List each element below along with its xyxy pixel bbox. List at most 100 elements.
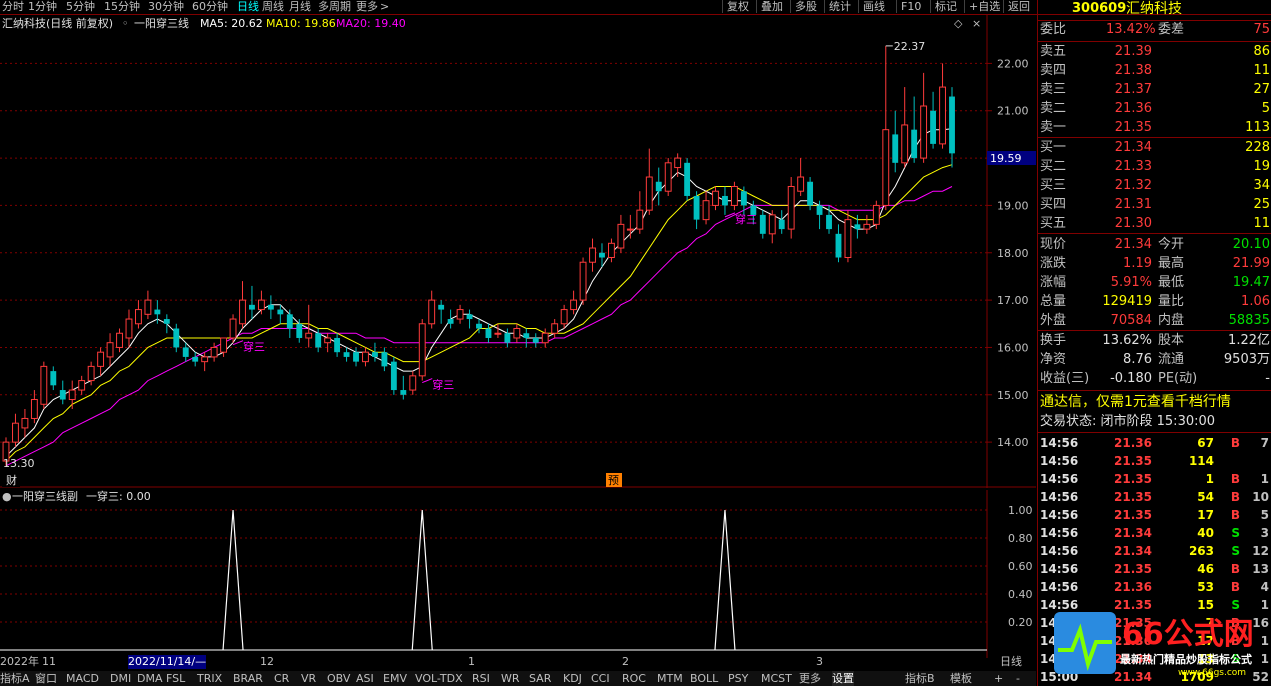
add-window-icon[interactable]: + [994,671,1003,686]
indicator-tab[interactable]: MCST [761,671,792,686]
indicator-tab[interactable]: MACD [66,671,99,686]
indicator-tab[interactable]: 更多 [799,671,821,686]
f10-button[interactable]: F10 [896,0,925,13]
candle-body [844,219,852,258]
candle-body [835,233,842,258]
promo-text[interactable]: 通达信，仅需1元查看千档行情 [1040,393,1231,411]
ask-row: 卖五 21.39 86 [1038,43,1271,61]
stat-value: 70584 [1110,313,1152,328]
subchart-toggle-icon[interactable]: ● [2,490,12,503]
indicator-tab[interactable]: 窗口 [35,671,57,686]
indicator-tab[interactable]: OBV [327,671,350,686]
candle-body [636,209,644,230]
stat2-row: 净资 8.76 流通 9503万 [1038,351,1271,369]
main-chart-background [0,15,1036,488]
mark-button[interactable]: 标记 [930,0,961,13]
more-arrow-icon[interactable]: > [380,0,389,13]
close-icon[interactable]: × [972,17,981,30]
stat-row: 总量 129419 量比 1.06 [1038,293,1271,311]
period-tab-4[interactable]: 15分钟 [104,0,140,13]
period-tab-11[interactable]: 更多 [356,0,378,13]
subchart-value: 一穿三: 0.00 [86,490,151,503]
period-tab-2[interactable]: 1分钟 [28,0,57,13]
fuquan-button[interactable]: 复权 [722,0,753,13]
candle-body [400,390,407,395]
ask-row: 卖一 21.35 113 [1038,119,1271,137]
period-tab-8[interactable]: 周线 [262,0,284,13]
indicator-tab[interactable]: WR [501,671,520,686]
stat2-value: 1.22亿 [1228,333,1270,348]
stat-label: 涨跌 [1040,256,1067,271]
indicator-tab[interactable]: ROC [622,671,646,686]
date-label-mar: 3 [816,655,823,668]
period-tab-10[interactable]: 多周期 [318,0,351,13]
indicator-tab[interactable]: CR [274,671,289,686]
scroll-right-icon[interactable]: - [1016,671,1020,686]
indicator-tab[interactable]: CCI [591,671,610,686]
date-axis: 2022年 11 2022/11/14/— 12 1 2 3 日线 [0,655,1036,670]
indicator-tab[interactable]: DMA [137,671,163,686]
promo-row[interactable]: 通达信，仅需1元查看千档行情 [1038,393,1271,411]
indicator-tab[interactable]: FSL [166,671,185,686]
indicator-tab[interactable]: DMI [110,671,131,686]
forecast-marker[interactable]: 预 [608,474,619,487]
candle-body [645,176,653,211]
stat2-value: 13.62% [1102,333,1152,348]
indicator-tab[interactable]: 设置 [832,671,854,686]
bid-row: 买三 21.32 34 [1038,177,1271,195]
diamond-icon[interactable]: ◇ [954,17,963,30]
indicator-tab[interactable]: VR [301,671,316,686]
stat-value: 5.91% [1110,275,1152,290]
multi-stock-button[interactable]: 多股 [790,0,821,13]
indicator-tab[interactable]: MTM [657,671,683,686]
indicator-tab[interactable]: VOL-TDX [415,671,463,686]
period-tab-3[interactable]: 5分钟 [66,0,95,13]
indicator-tab[interactable]: PSY [728,671,748,686]
period-tab-9[interactable]: 月线 [289,0,311,13]
candle-body [40,365,48,405]
indicator-tab[interactable]: KDJ [563,671,582,686]
candle-body [702,200,710,221]
indicator-name[interactable]: 一阳穿三线 [134,16,189,30]
bid-volume: 11 [1253,216,1270,231]
indicator-tab[interactable]: 指标B [905,671,935,686]
candle-body [494,332,502,335]
stock-name: 汇纳科技 [1126,1,1182,17]
back-button[interactable]: 返回 [1003,0,1034,13]
stat2-label: PE(动) [1158,371,1198,386]
candlestick-chart[interactable]: 22.0021.0020.0019.0018.0017.0016.0015.00… [0,15,1036,488]
draw-line-button[interactable]: 画线 [858,0,889,13]
indicator-tab[interactable]: RSI [472,671,490,686]
overlay-button[interactable]: 叠加 [756,0,787,13]
indicator-tab[interactable]: EMV [383,671,407,686]
candle-body [144,299,152,315]
price-tick-label: 17.00 [997,294,1029,307]
statistics-button[interactable]: 统计 [824,0,855,13]
period-tab-6[interactable]: 60分钟 [192,0,228,13]
indicator-tab[interactable]: BOLL [690,671,718,686]
indicator-tab[interactable]: ASI [356,671,374,686]
stat-row: 涨跌 1.19 最高 21.99 [1038,255,1271,273]
finance-marker[interactable]: 财 [6,473,17,487]
indicator-tab[interactable]: 指标A [0,671,30,686]
price-tick-label: 14.00 [997,436,1029,449]
indicator-tab[interactable]: SAR [529,671,551,686]
indicator-tab[interactable]: 模板 [950,671,972,686]
tick-price: 21.35 [1114,454,1152,468]
indicator-tab[interactable]: BRAR [233,671,263,686]
date-label-jan: 1 [468,655,475,668]
current-price-tag: 19.59 [990,152,1022,165]
ask-row: 卖三 21.37 27 [1038,81,1271,99]
period-tab-1[interactable]: 分时 [2,0,24,13]
indicator-subchart[interactable]: 1.00 0.80 0.60 0.40 0.20 ● 一阳穿三线副 一穿三: 0.00 [0,490,1036,658]
bid-volume: 25 [1253,197,1270,212]
period-tab-7[interactable]: 日线 [237,0,259,13]
date-label-dec: 12 [260,655,274,668]
add-favorite-button[interactable]: +自选 [964,0,1004,13]
bid-level: 买五 [1040,216,1067,231]
watermark-logo: 66公式网 最新热门精品炒股指标公式 www.66gs.com [1054,612,1254,678]
indicator-tab[interactable]: TRIX [197,671,222,686]
candle-body [447,319,454,324]
period-tab-5[interactable]: 30分钟 [148,0,184,13]
chevron-down-icon[interactable]: ◦ [122,17,129,30]
